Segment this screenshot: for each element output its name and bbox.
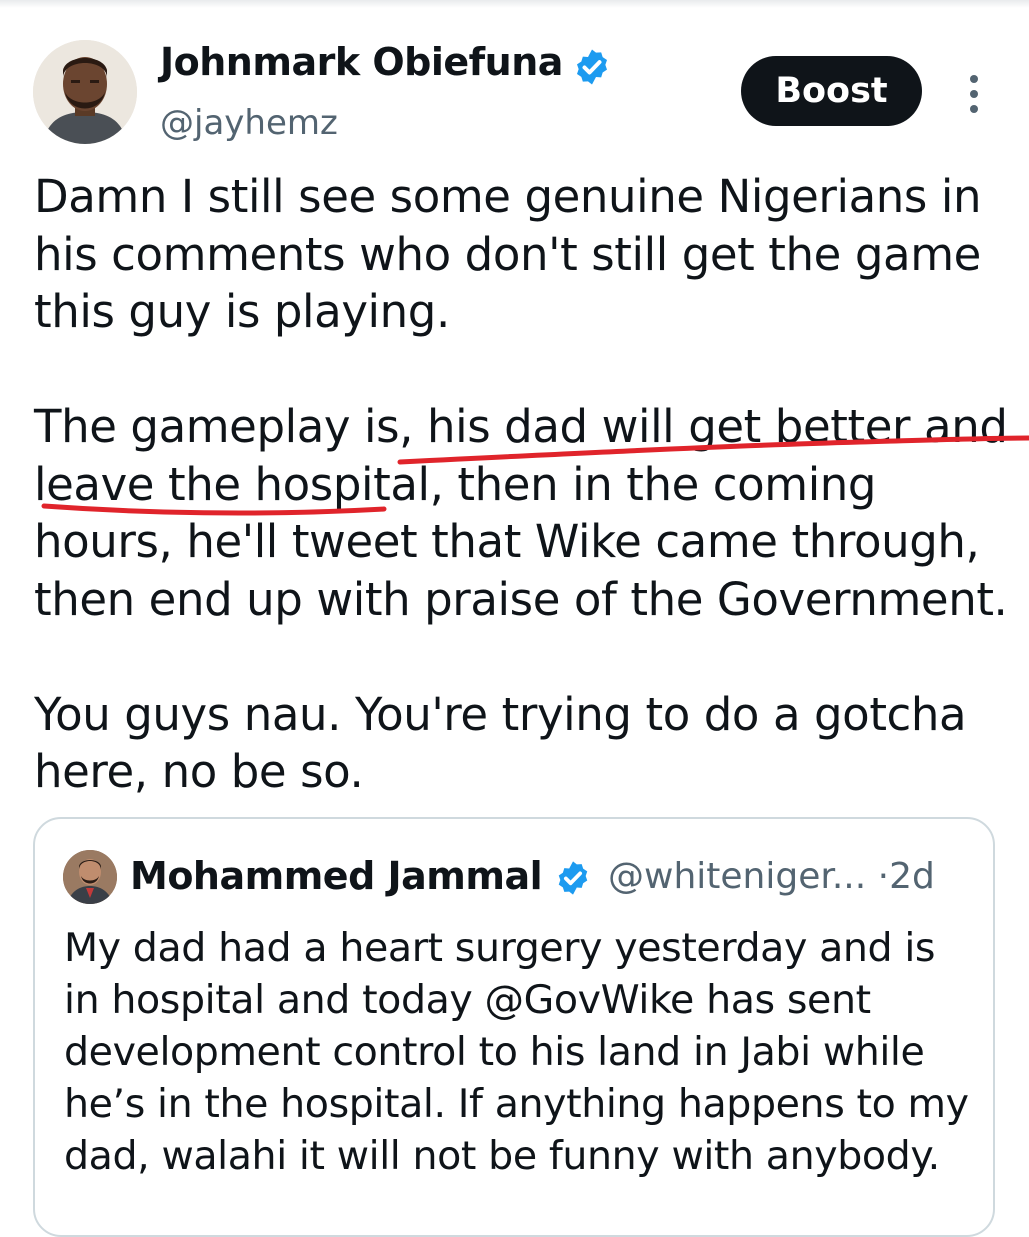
quoted-author-handle[interactable]: @whiteniger... <box>608 856 866 897</box>
tweet-line: then end up with praise of the Governmen… <box>34 572 1008 626</box>
quoted-tweet-line: development control to his land in Jabi … <box>64 1029 925 1075</box>
tweet-body: Damn I still see some genuine Nigerians … <box>34 168 1024 801</box>
author-avatar[interactable] <box>33 40 137 144</box>
tweet-line: You guys nau. You're trying to do a gotc… <box>34 687 967 741</box>
top-edge-shadow <box>0 0 1029 8</box>
author-name[interactable]: Johnmark Obiefuna <box>160 40 563 84</box>
tweet-line: this guy is playing. <box>34 285 450 338</box>
boost-button[interactable]: Boost <box>741 56 922 126</box>
quoted-tweet-age[interactable]: 2d <box>889 856 935 897</box>
quoted-tweet-line: in hospital and today @GovWike has sent <box>64 977 871 1023</box>
verified-badge-icon <box>558 861 588 895</box>
quoted-author-name[interactable]: Mohammed Jammal <box>130 854 543 898</box>
quoted-tweet-meta: @whiteniger... ·2d <box>608 856 935 897</box>
quoted-tweet-line: dad, walahi it will not be funny with an… <box>64 1133 940 1179</box>
author-handle[interactable]: @jayhemz <box>160 103 338 143</box>
quoted-author-avatar[interactable] <box>63 850 117 904</box>
verified-badge-icon <box>577 49 607 85</box>
more-vertical-icon[interactable] <box>965 73 983 115</box>
tweet-line: here, no be so. <box>34 745 364 798</box>
tweet-line: hours, he'll tweet that Wike came throug… <box>34 515 980 568</box>
tweet-line: Damn I still see some genuine Nigerians … <box>34 170 982 223</box>
tweet-line: The gameplay is, his dad will get better… <box>34 400 1008 453</box>
tweet-line: his comments who don't still get the gam… <box>34 227 981 281</box>
quoted-tweet-line: he’s in the hospital. If anything happen… <box>64 1081 969 1127</box>
quoted-tweet-line: My dad had a heart surgery yesterday and… <box>64 925 936 971</box>
tweet-line: leave the hospital, then in the coming <box>34 457 877 511</box>
quoted-tweet-body: My dad had a heart surgery yesterday and… <box>64 922 994 1182</box>
meta-separator: · <box>877 856 890 897</box>
